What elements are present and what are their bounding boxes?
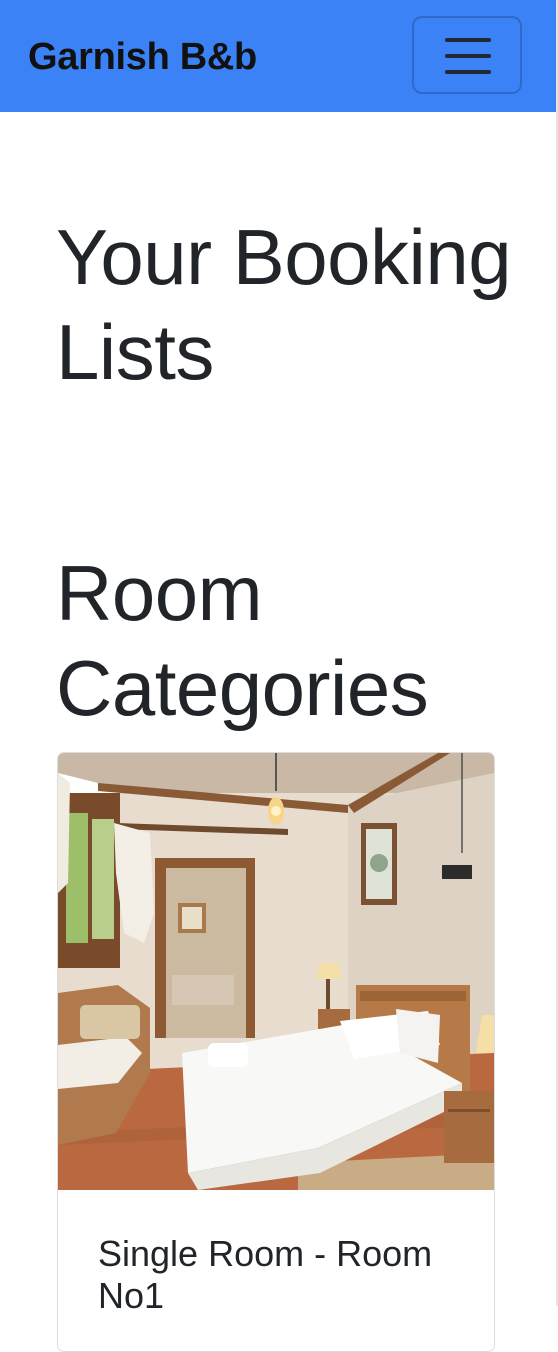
room-card-title: Single Room - Room No1 xyxy=(98,1233,433,1316)
brand-link[interactable]: Garnish B&b xyxy=(28,34,257,80)
booking-list-heading: Your Booking Lists xyxy=(56,213,512,396)
hamburger-menu-icon-bar xyxy=(445,70,491,74)
room-card[interactable]: Single Room - Room No1 xyxy=(57,752,495,1352)
room-categories-heading: Room Categories xyxy=(56,549,429,732)
hamburger-menu-icon-bar xyxy=(445,54,491,58)
hamburger-menu-icon xyxy=(445,38,491,42)
navbar: Garnish B&b xyxy=(0,0,556,112)
room-image xyxy=(58,753,494,1190)
navbar-toggler-button[interactable] xyxy=(412,16,522,94)
